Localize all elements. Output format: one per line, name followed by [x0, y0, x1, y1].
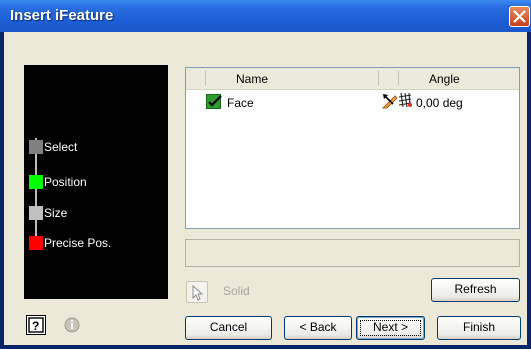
- row-angle[interactable]: 0,00 deg: [416, 96, 463, 110]
- select-solid-button[interactable]: [186, 281, 208, 303]
- step-connector-line: [35, 138, 37, 246]
- column-divider[interactable]: [398, 71, 399, 85]
- step-label: Size: [44, 206, 68, 220]
- info-icon: [64, 317, 80, 333]
- svg-text:?: ?: [32, 319, 39, 333]
- list-header: Name Angle: [186, 68, 519, 90]
- checkbox-checked-icon[interactable]: [206, 94, 222, 110]
- step-marker: [29, 206, 43, 220]
- column-divider[interactable]: [378, 71, 379, 85]
- select-cursor-icon: [192, 284, 204, 301]
- close-button[interactable]: [509, 6, 530, 27]
- parameter-list[interactable]: Name Angle Face 0,00 deg: [185, 67, 520, 229]
- info-button[interactable]: [62, 315, 82, 335]
- title-bar[interactable]: Insert iFeature: [0, 0, 531, 32]
- step-marker: [29, 140, 43, 154]
- column-header-name[interactable]: Name: [236, 72, 268, 86]
- step-label: Select: [44, 140, 78, 154]
- close-icon: [513, 10, 526, 23]
- solid-label: Solid: [223, 284, 250, 298]
- help-button[interactable]: ?: [26, 315, 46, 335]
- value-field: [185, 239, 520, 267]
- refresh-button[interactable]: Refresh: [431, 278, 520, 302]
- next-button[interactable]: Next >: [356, 316, 425, 340]
- window-title: Insert iFeature: [10, 7, 114, 24]
- row-name[interactable]: Face: [227, 96, 254, 110]
- step-label: Position: [44, 175, 87, 189]
- back-button[interactable]: < Back: [284, 316, 352, 340]
- cancel-button[interactable]: Cancel: [185, 316, 272, 340]
- step-marker: [29, 175, 43, 189]
- mesh-icon: [398, 92, 412, 108]
- step-marker: [29, 236, 43, 250]
- dialog-window: Insert iFeature Select Position Size Pre…: [0, 0, 531, 349]
- step-label: Precise Pos.: [44, 236, 112, 250]
- column-header-angle[interactable]: Angle: [429, 72, 460, 86]
- finish-button[interactable]: Finish: [437, 316, 521, 340]
- column-divider[interactable]: [205, 71, 206, 85]
- focus-rectangle: [360, 320, 421, 336]
- help-icon: ?: [28, 317, 44, 333]
